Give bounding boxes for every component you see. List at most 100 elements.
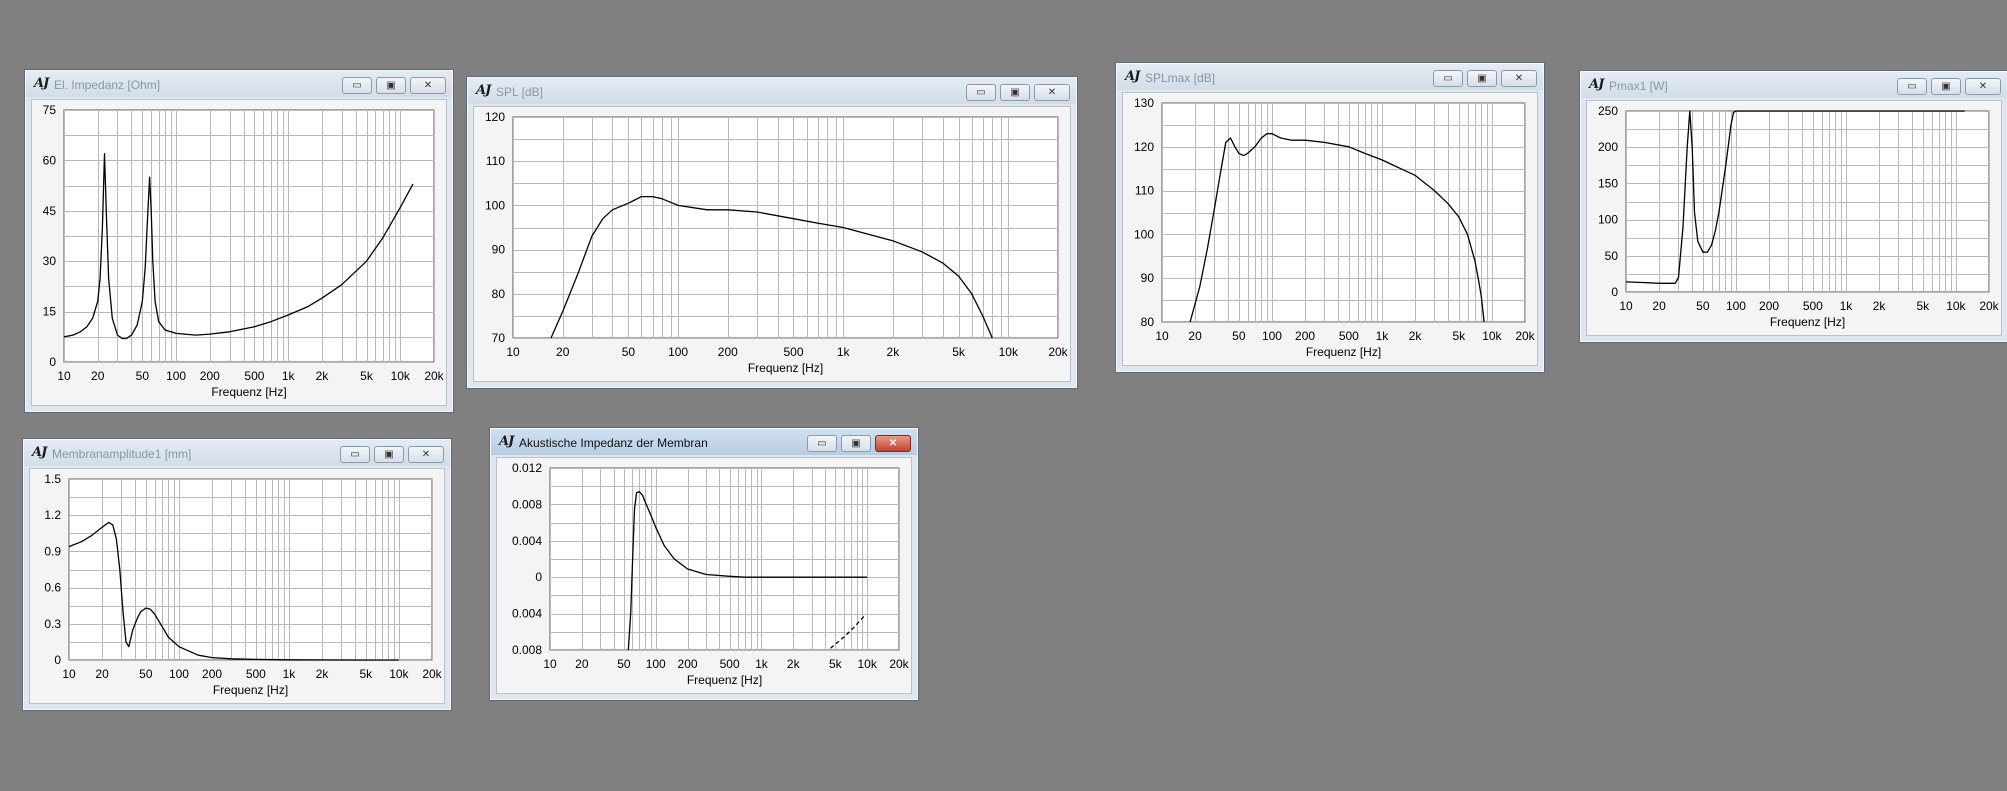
maximize-button[interactable]: ▣ (1000, 84, 1030, 101)
close-button[interactable]: ✕ (410, 77, 446, 94)
x-tick-label: 10k (1946, 299, 1966, 313)
x-tick-label: 20k (422, 667, 442, 681)
x-axis-label: Frequenz [Hz] (748, 361, 823, 375)
x-tick-label: 20 (556, 345, 570, 359)
y-tick-label: 100 (1134, 227, 1154, 241)
title-bar[interactable]: AJ Membranamplitude1 [mm] ▭ ▣ ✕ (24, 440, 450, 466)
y-tick-label: 45 (43, 204, 57, 218)
app-logo-icon: AJ (476, 83, 491, 98)
x-tick-label: 1k (755, 657, 769, 671)
close-button[interactable]: ✕ (1034, 84, 1070, 101)
close-button[interactable]: ✕ (1965, 78, 2001, 95)
y-tick-label: 0.004 (512, 534, 542, 548)
title-bar[interactable]: AJ Akustische Impedanz der Membran ▭ ▣ ✕ (491, 429, 917, 455)
title-bar[interactable]: AJ Pmax1 [W] ▭ ▣ ✕ (1581, 72, 2007, 98)
window-spl[interactable]: AJ SPL [dB] ▭ ▣ ✕ 120 110 100 90 80 70 10 20 50 100 200… (466, 76, 1078, 389)
x-tick-label: 500 (1339, 329, 1359, 343)
x-tick-label: 10 (1155, 329, 1169, 343)
x-tick-label: 200 (200, 369, 220, 383)
minimize-button[interactable]: ▭ (1433, 70, 1463, 87)
maximize-button[interactable]: ▣ (1467, 70, 1497, 87)
y-tick-label: 80 (492, 287, 506, 301)
minimize-button[interactable]: ▭ (340, 446, 370, 463)
window-excursion[interactable]: AJ Membranamplitude1 [mm] ▭ ▣ ✕ 1.5 1.2 0.9 0.6 0… (22, 438, 452, 711)
y-tick-label: 60 (43, 153, 57, 167)
x-tick-label: 1k (282, 369, 296, 383)
x-tick-label: 200 (202, 667, 222, 681)
x-tick-label: 10 (57, 369, 71, 383)
x-tick-label: 2k (1873, 299, 1887, 313)
y-tick-label: 150 (1598, 176, 1618, 190)
minimize-button[interactable]: ▭ (966, 84, 996, 101)
x-tick-label: 5k (359, 667, 373, 681)
title-bar[interactable]: AJ SPLmax [dB] ▭ ▣ ✕ (1117, 64, 1543, 90)
x-tick-label: 5k (360, 369, 374, 383)
x-tick-label: 20 (91, 369, 105, 383)
plot-area (512, 116, 1059, 339)
minimize-button[interactable]: ▭ (807, 435, 837, 452)
x-tick-label: 200 (718, 345, 738, 359)
title-bar[interactable]: AJ SPL [dB] ▭ ▣ ✕ (468, 78, 1076, 104)
x-axis-label: Frequenz [Hz] (687, 673, 762, 687)
y-tick-label: 50 (1605, 249, 1619, 263)
x-axis-label: Frequenz [Hz] (213, 683, 288, 697)
x-tick-label: 100 (1726, 299, 1746, 313)
x-tick-label: 500 (1803, 299, 1823, 313)
app-logo-icon: AJ (32, 445, 47, 460)
window-pmax[interactable]: AJ Pmax1 [W] ▭ ▣ ✕ 250 200 150 100 50 0 10 20 50 100 20… (1579, 70, 2007, 343)
x-tick-label: 10k (389, 667, 409, 681)
y-tick-label: 110 (1135, 184, 1154, 198)
x-tick-label: 100 (646, 657, 666, 671)
chart-svg: 75 60 45 30 15 010 20 50 100 200 500 1k 2k 5k 10k 20k Fr… (43, 103, 445, 399)
x-tick-label: 200 (678, 657, 698, 671)
y-tick-label: 1.5 (44, 472, 61, 486)
y-tick-label: 0.3 (44, 617, 61, 631)
close-button[interactable]: ✕ (875, 435, 911, 452)
window-acoustic-impedance[interactable]: AJ Akustische Impedanz der Membran ▭ ▣ ✕ 0.01… (489, 427, 919, 701)
y-tick-label: 0.008 (512, 643, 542, 657)
x-tick-label: 50 (1696, 299, 1710, 313)
x-tick-label: 50 (1232, 329, 1246, 343)
x-axis-label: Frequenz [Hz] (1306, 345, 1381, 359)
x-tick-label: 5k (829, 657, 843, 671)
window-splmax[interactable]: AJ SPLmax [dB] ▭ ▣ ✕ 130 120 110 100 90 80 10 20 50 10… (1115, 62, 1545, 373)
chart-area: 250 200 150 100 50 0 10 20 50 100 200 500 1k 2k 5k 10k 2… (1586, 100, 2002, 336)
y-tick-label: 100 (485, 198, 505, 212)
x-tick-label: 2k (787, 657, 801, 671)
close-button[interactable]: ✕ (408, 446, 444, 463)
x-tick-label: 5k (952, 345, 966, 359)
chart-svg: 1.5 1.2 0.9 0.6 0.3 010 20 50 100 200 500 1k 2k 5k 10k… (44, 472, 442, 697)
chart-svg: 130 120 110 100 90 8010 20 50 100 200 500 1k 2k 5k 10k… (1134, 96, 1536, 359)
chart-area: 130 120 110 100 90 80 10 20 50 100 200 500 1k 2k 5k 10k… (1122, 92, 1538, 366)
x-tick-label: 500 (246, 667, 266, 681)
y-tick-label: 30 (43, 254, 57, 268)
x-tick-label: 10k (999, 345, 1019, 359)
x-tick-label: 10 (62, 667, 76, 681)
x-tick-label: 50 (136, 369, 150, 383)
plot-area (1161, 102, 1526, 323)
minimize-button[interactable]: ▭ (342, 77, 372, 94)
close-button[interactable]: ✕ (1501, 70, 1537, 87)
maximize-button[interactable]: ▣ (841, 435, 871, 452)
plot-area (68, 478, 433, 661)
maximize-button[interactable]: ▣ (376, 77, 406, 94)
x-tick-label: 500 (720, 657, 740, 671)
x-tick-label: 100 (166, 369, 186, 383)
y-tick-label: 0.004 (512, 607, 542, 621)
y-tick-label: 200 (1598, 140, 1618, 154)
maximize-button[interactable]: ▣ (1931, 78, 1961, 95)
x-tick-label: 10k (857, 657, 877, 671)
maximize-button[interactable]: ▣ (374, 446, 404, 463)
minimize-button[interactable]: ▭ (1897, 78, 1927, 95)
y-tick-label: 90 (1141, 271, 1155, 285)
chart-svg: 0.0120.0080.00400.0040.00810 20 50 100 200 50… (512, 461, 910, 687)
window-impedance[interactable]: AJ El. Impedanz [Ohm] ▭ ▣ ✕ 75 60 45 30 15 0 10 20 50… (24, 69, 454, 413)
x-tick-label: 1k (1840, 299, 1854, 313)
y-tick-label: 100 (1598, 213, 1618, 227)
title-bar[interactable]: AJ El. Impedanz [Ohm] ▭ ▣ ✕ (26, 71, 452, 97)
x-tick-label: 500 (244, 369, 264, 383)
x-tick-label: 1k (283, 667, 297, 681)
window-title: El. Impedanz [Ohm] (54, 78, 161, 92)
y-tick-label: 120 (1134, 140, 1154, 154)
app-logo-icon: AJ (1125, 69, 1140, 84)
